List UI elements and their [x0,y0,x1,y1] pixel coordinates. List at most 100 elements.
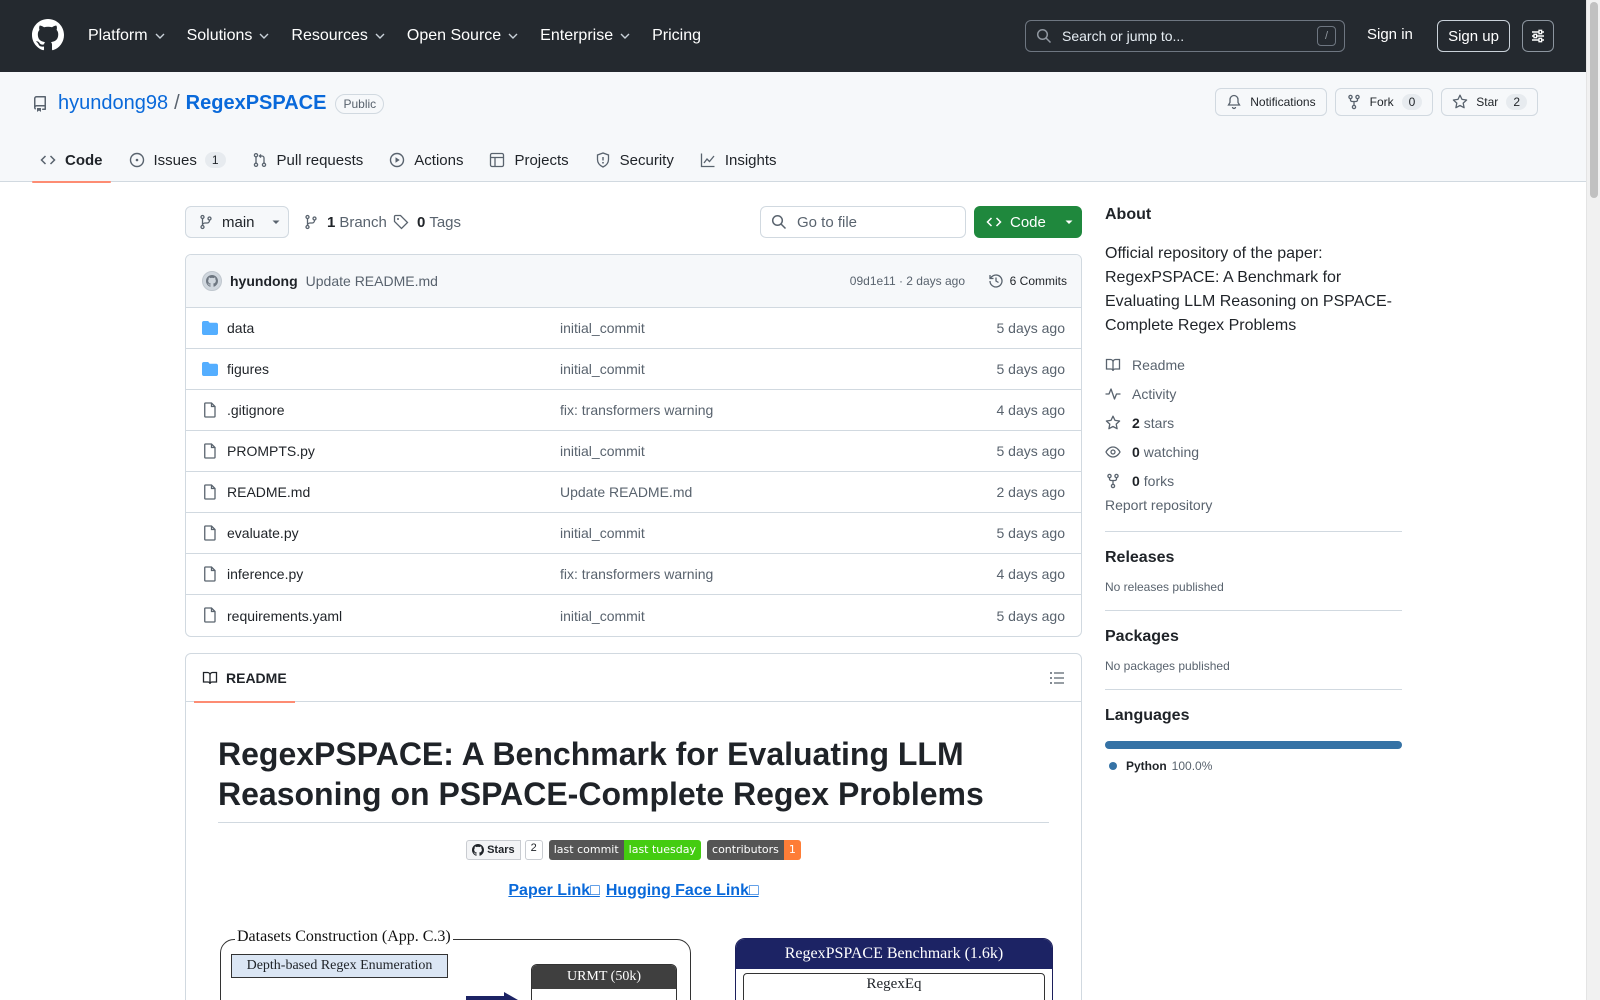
commits-history-link[interactable]: 6 Commits [988,273,1067,289]
commit-author-link[interactable]: hyundong [230,273,298,289]
nav-resources[interactable]: Resources [291,27,385,45]
file-commit-message[interactable]: initial_commit [560,525,645,541]
outline-button[interactable] [1049,670,1065,686]
notifications-button[interactable]: Notifications [1215,88,1327,116]
tab-pull-requests[interactable]: Pull requests [244,138,372,182]
readme-header: README [186,654,1081,703]
readme-tab[interactable]: README [194,654,295,703]
watchers-link[interactable]: 0 watching [1105,437,1402,466]
nav-label: Pricing [652,27,701,44]
file-row[interactable]: data initial_commit 5 days ago [186,308,1081,349]
hugging-face-link[interactable]: Hugging Face Link□ [606,882,759,900]
tab-insights[interactable]: Insights [692,138,785,182]
tag-count: 0 [417,213,426,231]
file-row[interactable]: .gitignore fix: transformers warning 4 day… [186,390,1081,431]
avatar[interactable] [202,271,222,291]
file-row[interactable]: figures initial_commit 5 days ago [186,349,1081,390]
file-commit-message[interactable]: initial_commit [560,443,645,459]
nav-solutions[interactable]: Solutions [187,27,271,45]
branches-link[interactable]: 1 Branch [303,206,387,238]
tags-link[interactable]: 0 Tags [393,206,461,238]
report-repository-link[interactable]: Report repository [1105,497,1402,513]
figure-panel-title: Datasets Construction (App. C.3) [235,928,453,946]
file-name-link[interactable]: figures [227,361,269,377]
file-row[interactable]: evaluate.py initial_commit 5 days ago [186,513,1081,554]
tab-actions[interactable]: Actions [381,138,471,182]
branch-select-button[interactable]: main [185,206,289,238]
file-row[interactable]: PROMPTS.py initial_commit 5 days ago [186,431,1081,472]
nav-label: Platform [88,27,148,44]
badge-left: contributors [707,840,784,860]
star-button[interactable]: Star 2 [1441,88,1538,116]
menu-button[interactable] [1522,20,1554,52]
caret-down-icon [1065,220,1073,224]
star-label: Star [1476,95,1499,109]
activity-link[interactable]: Activity [1105,379,1402,408]
repo-name-link[interactable]: RegexPSPACE [186,92,327,115]
file-name-link[interactable]: inference.py [227,566,303,582]
badge-left: last commit [548,840,624,860]
go-to-file-input[interactable]: Go to file [760,206,966,238]
file-row[interactable]: requirements.yaml initial_commit 5 days ag… [186,595,1081,636]
contributors-badge[interactable]: contributors 1 [707,840,801,860]
scrollbar-thumb[interactable] [1590,2,1598,198]
commit-meta[interactable]: 09d1e11 · 2 days ago [850,274,965,288]
file-type-icon [202,402,218,418]
code-dropdown-button[interactable]: Code [974,206,1082,238]
file-commit-message[interactable]: initial_commit [560,608,645,624]
stars-badge[interactable]: Stars 2 [466,840,543,860]
file-name-link[interactable]: .gitignore [227,402,285,418]
github-logo-icon [472,844,485,856]
file-icon [204,607,216,623]
tab-code[interactable]: Code [32,138,111,183]
file-name-link[interactable]: README.md [227,484,310,500]
forks-link[interactable]: 0 forks [1105,466,1402,495]
fork-label: Fork [1369,95,1394,109]
paper-link[interactable]: Paper Link□ [508,882,599,900]
nav-pricing[interactable]: Pricing [652,27,701,45]
file-type-icon [202,566,218,582]
file-commit-message[interactable]: fix: transformers warning [560,402,713,418]
readme-link[interactable]: Readme [1105,350,1402,379]
tab-security[interactable]: Security [587,138,682,182]
language-color-dot [1109,762,1117,770]
file-commit-message[interactable]: initial_commit [560,320,645,336]
nav-enterprise[interactable]: Enterprise [540,27,631,45]
file-commit-message[interactable]: Update README.md [560,484,692,500]
file-name-link[interactable]: data [227,320,254,336]
github-logo-icon[interactable] [32,19,64,51]
nav-open-source[interactable]: Open Source [407,27,519,45]
last-commit-badge[interactable]: last commit last tuesday [548,840,702,860]
tab-label: Code [65,151,103,169]
file-row[interactable]: README.md Update README.md 2 days ago [186,472,1081,513]
forks-count: 0 [1132,472,1140,489]
nav-platform[interactable]: Platform [88,27,166,45]
global-search-input[interactable]: Search or jump to... / [1025,20,1345,52]
file-icon [204,402,216,418]
releases-heading[interactable]: Releases [1105,549,1402,567]
sign-up-button[interactable]: Sign up [1437,20,1510,52]
stars-link[interactable]: 2 stars [1105,408,1402,437]
language-item[interactable]: Python 100.0% [1105,759,1402,773]
stars-badge-count: 2 [524,840,543,860]
tab-issues[interactable]: Issues 1 [121,138,234,182]
file-name-link[interactable]: evaluate.py [227,525,299,541]
commit-message-link[interactable]: Update README.md [306,273,438,289]
repo-forked-icon [1107,473,1119,488]
page-scrollbar[interactable] [1586,0,1600,1000]
fork-button[interactable]: Fork 0 [1334,88,1434,116]
sign-in-link[interactable]: Sign in [1367,26,1413,43]
file-name-link[interactable]: PROMPTS.py [227,443,315,459]
file-commit-message[interactable]: fix: transformers warning [560,566,713,582]
book-icon [1105,358,1121,371]
tab-projects[interactable]: Projects [481,138,576,182]
file-commit-message[interactable]: initial_commit [560,361,645,377]
file-row[interactable]: inference.py fix: transformers warning 4 d… [186,554,1081,595]
search-icon [771,214,787,230]
table-icon [490,152,505,168]
file-commit-date: 4 days ago [996,566,1066,582]
packages-heading[interactable]: Packages [1105,628,1402,646]
repo-owner-link[interactable]: hyundong98 [58,92,168,115]
git-pull-request-icon [253,152,266,168]
file-name-link[interactable]: requirements.yaml [227,608,342,624]
